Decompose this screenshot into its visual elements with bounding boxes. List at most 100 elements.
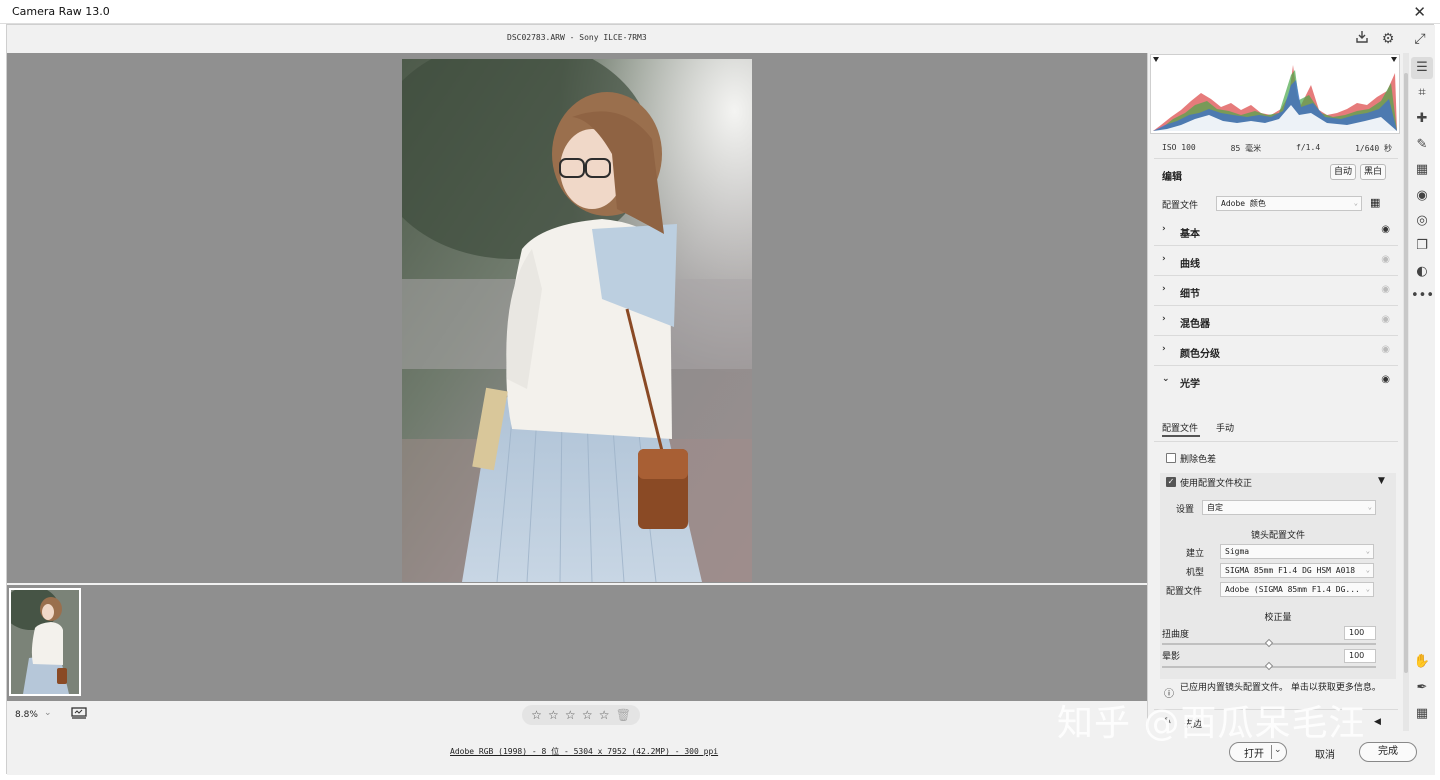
filmstrip [7, 585, 1147, 701]
chevron-down-icon: ⌄ [1353, 199, 1358, 207]
divider [1154, 441, 1398, 442]
scrollbar-thumb[interactable] [1404, 73, 1408, 673]
sliders-icon[interactable]: ☰ [1411, 57, 1433, 79]
eyedropper-icon[interactable]: ✒ [1411, 677, 1433, 699]
fullscreen-icon[interactable]: ⤢ [1411, 30, 1429, 48]
use-profile-label: 使用配置文件校正 [1180, 479, 1253, 489]
model-select[interactable]: SIGMA 85mm F1.4 DG HSM A018 ⌄ [1220, 563, 1374, 578]
eye-icon[interactable]: ◉ [1381, 374, 1390, 385]
eye-icon[interactable]: ◉ [1381, 254, 1390, 265]
brush-icon[interactable]: ✎ [1411, 134, 1433, 156]
edit-heading: 编辑 [1162, 172, 1182, 183]
section-basic[interactable]: › 基本 ◉ [1154, 216, 1398, 246]
gradient-icon[interactable]: ▦ [1411, 159, 1433, 181]
cancel-button[interactable]: 取消 [1315, 746, 1335, 761]
section-detail-label: 细节 [1180, 289, 1200, 300]
close-window-icon[interactable]: ✕ [1413, 3, 1426, 21]
section-optics-label: 光学 [1180, 379, 1200, 390]
remove-ca-label: 删除色差 [1180, 455, 1217, 465]
grid-icon[interactable]: ▦ [1411, 703, 1433, 725]
lens-profile-title: 镜头配置文件 [1250, 531, 1305, 541]
radial-icon[interactable]: ◉ [1411, 185, 1433, 207]
tab-indicator [1162, 435, 1200, 437]
snapshots-icon[interactable]: ❐ [1411, 235, 1433, 257]
save-icon[interactable] [1353, 30, 1371, 48]
auto-button[interactable]: 自动 [1330, 164, 1357, 180]
tab-profile[interactable]: 配置文件 [1162, 421, 1198, 434]
star-2[interactable]: ☆ [548, 708, 559, 722]
lens-profile-select[interactable]: Adobe (SIGMA 85mm F1.4 DG... ⌄ [1220, 582, 1374, 597]
filmstrip-thumbnail[interactable] [9, 588, 81, 696]
section-optics[interactable]: ⌄ 光学 ◉ [1154, 366, 1398, 396]
chevron-right-icon: › [1162, 224, 1166, 234]
make-select-value: Sigma [1225, 547, 1250, 556]
chevron-down-icon[interactable]: ⌄ [1274, 745, 1282, 755]
distortion-slider-thumb[interactable] [1264, 638, 1274, 648]
open-button-divider [1271, 745, 1272, 759]
use-profile-checkbox[interactable]: ✓ [1166, 477, 1176, 487]
section-detail[interactable]: › 细节 ◉ [1154, 276, 1398, 306]
vignette-value-field[interactable]: 100 [1344, 649, 1376, 663]
chevron-down-icon: ⌄ [1365, 585, 1370, 593]
eye-icon[interactable]: ◉ [1381, 284, 1390, 295]
star-4[interactable]: ☆ [582, 708, 593, 722]
make-select[interactable]: Sigma ⌄ [1220, 544, 1374, 559]
done-button[interactable]: 完成 [1359, 742, 1417, 762]
remove-ca-checkbox[interactable] [1166, 453, 1176, 463]
zoom-level[interactable]: 8.8% [15, 710, 38, 720]
section-color-grading-label: 颜色分级 [1180, 349, 1220, 360]
expand-triangle-icon[interactable]: ◀ [1374, 717, 1381, 727]
vignette-slider-thumb[interactable] [1264, 661, 1274, 671]
open-button-label: 打开 [1244, 748, 1264, 760]
camera-raw-app: DSC02783.ARW - Sony ILCE-7RM3 ⚙ ⤢ 8.8% ⌄… [6, 24, 1435, 775]
zoom-dropdown-icon[interactable]: ⌄ [44, 708, 52, 718]
star-3[interactable]: ☆ [565, 708, 576, 722]
heal-icon[interactable]: ✚ [1411, 108, 1433, 130]
distortion-value-field[interactable]: 100 [1344, 626, 1376, 640]
distortion-label: 扭曲度 [1162, 630, 1190, 640]
image-canvas[interactable] [7, 53, 1147, 583]
setup-label: 设置 [1176, 505, 1195, 515]
collapse-triangle-icon[interactable]: ▼ [1378, 476, 1385, 486]
workflow-options-link[interactable]: Adobe RGB (1998) - 8 位 - 5304 x 7952 (42… [450, 746, 718, 757]
section-basic-label: 基本 [1180, 229, 1200, 240]
setup-select-value: 自定 [1207, 503, 1223, 512]
make-label: 建立 [1186, 549, 1205, 559]
more-icon[interactable]: ••• [1411, 285, 1434, 307]
photo-preview [402, 59, 752, 582]
profile-info-text[interactable]: 已应用内置镜头配置文件。 单击以获取更多信息。 [1180, 683, 1390, 694]
histogram [1150, 54, 1400, 134]
section-curve[interactable]: › 曲线 ◉ [1154, 246, 1398, 276]
eye-icon[interactable]: ◉ [1381, 314, 1390, 325]
vignette-label: 晕影 [1162, 652, 1181, 662]
chevron-right-icon: › [1162, 284, 1166, 294]
redeye-icon[interactable]: ◎ [1411, 210, 1433, 232]
black-white-button[interactable]: 黑白 [1360, 164, 1387, 180]
crop-icon[interactable]: ⌗ [1411, 82, 1433, 104]
section-curve-label: 曲线 [1180, 259, 1200, 270]
eye-icon[interactable]: ◉ [1381, 224, 1390, 235]
hand-icon[interactable]: ✋ [1411, 651, 1433, 673]
profile-label: 配置文件 [1162, 201, 1199, 211]
eye-icon[interactable]: ◉ [1381, 344, 1390, 355]
chevron-right-icon: › [1162, 254, 1166, 264]
section-mixer[interactable]: › 混色器 ◉ [1154, 306, 1398, 336]
section-color-grading[interactable]: › 颜色分级 ◉ [1154, 336, 1398, 366]
lens-profile-label: 配置文件 [1166, 587, 1203, 597]
shadow-clipping-icon [1153, 57, 1159, 62]
file-info: DSC02783.ARW - Sony ILCE-7RM3 [507, 33, 647, 42]
model-select-value: SIGMA 85mm F1.4 DG HSM A018 [1225, 566, 1356, 575]
aperture-value: f/1.4 [1296, 143, 1321, 152]
star-5[interactable]: ☆ [599, 708, 610, 722]
profile-browser-icon[interactable]: ▦ [1370, 196, 1380, 209]
tool-strip: ☰ ⌗ ✚ ✎ ▦ ◉ ◎ ❐ ◐ ••• ✋ ✒ ▦ [1409, 53, 1435, 731]
star-1[interactable]: ☆ [531, 708, 542, 722]
model-label: 机型 [1186, 568, 1205, 578]
trash-icon[interactable]: 🗑 [616, 708, 631, 722]
tab-manual[interactable]: 手动 [1216, 421, 1234, 434]
setup-select[interactable]: 自定 ⌄ [1202, 500, 1376, 515]
presets-icon[interactable]: ◐ [1411, 261, 1433, 283]
profile-select[interactable]: Adobe 颜色 ⌄ [1216, 196, 1362, 211]
filmstrip-toggle-icon[interactable] [71, 707, 87, 723]
gear-icon[interactable]: ⚙ [1379, 30, 1397, 48]
